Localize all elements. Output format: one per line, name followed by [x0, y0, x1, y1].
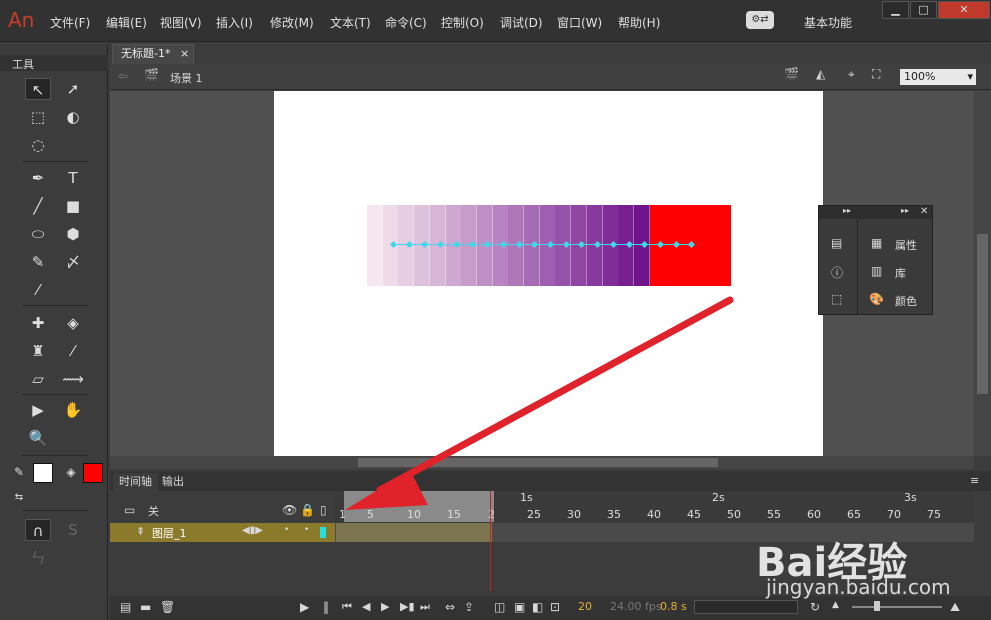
annotation-arrow	[345, 296, 734, 510]
baidu-watermark-url: jingyan.baidu.com	[766, 575, 951, 599]
